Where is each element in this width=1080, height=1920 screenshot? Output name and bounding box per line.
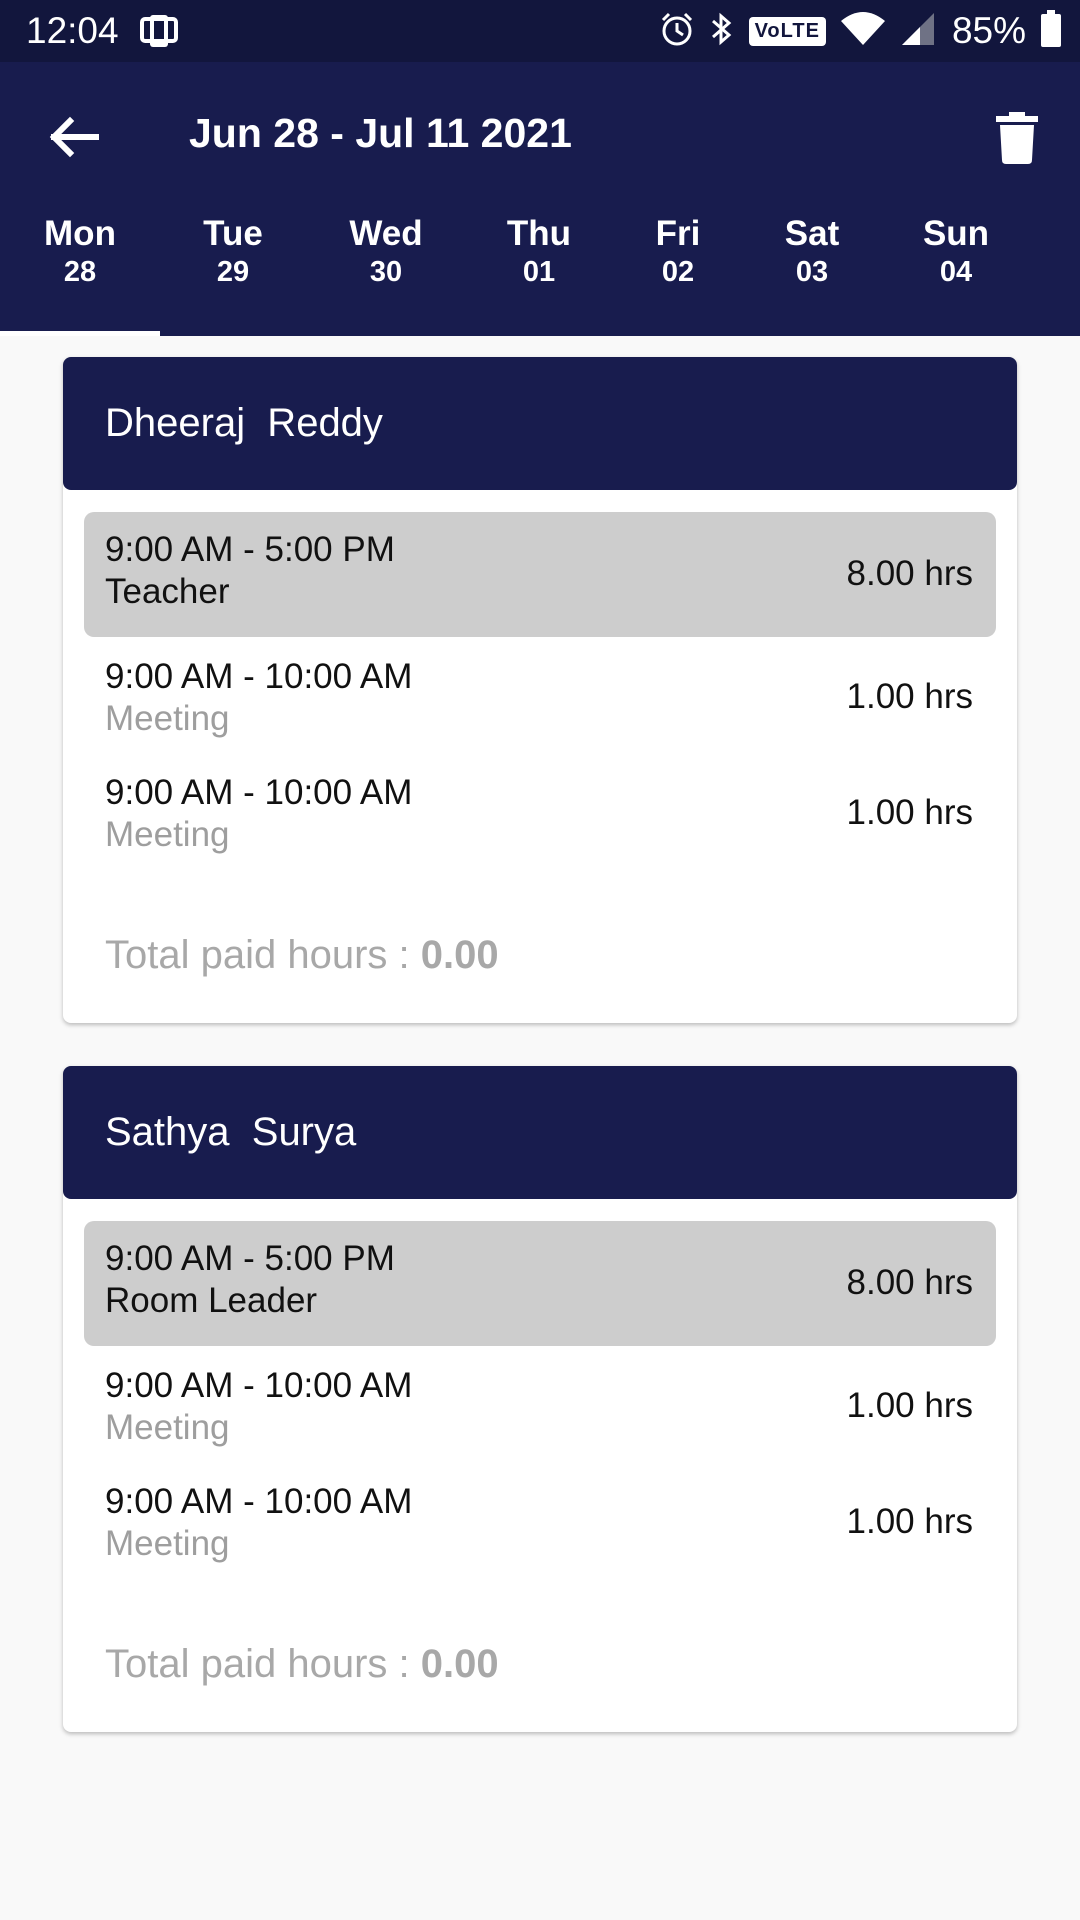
- total-value: 0.00: [420, 933, 499, 977]
- tab-day-sat[interactable]: Sat 03: [732, 208, 892, 336]
- tab-day-name: Mon: [44, 214, 116, 253]
- battery-icon: [1040, 9, 1062, 53]
- back-button[interactable]: [44, 112, 104, 162]
- battery-percent: 85%: [951, 10, 1026, 51]
- selected-tab-indicator: [0, 331, 160, 336]
- tab-day-name: Sun: [922, 214, 990, 253]
- tab-day-tue[interactable]: Tue 29: [153, 208, 313, 336]
- shift-row[interactable]: 9:00 AM - 5:00 PM Teacher 8.00 hrs: [84, 512, 996, 637]
- bluetooth-icon: [709, 11, 735, 52]
- shift-role: Teacher: [105, 572, 230, 611]
- event-time: 9:00 AM - 10:00 AM: [105, 1366, 413, 1405]
- event-type: Meeting: [105, 1524, 230, 1563]
- total-label: Total paid hours :: [105, 933, 421, 977]
- tab-day-number: 30: [369, 256, 403, 288]
- tab-day-number: 01: [522, 256, 556, 288]
- tab-day-number: 29: [216, 256, 250, 288]
- day-tabs: Mon 28 Tue 29 Wed 30 Thu 01 Fri 02 Sat 0…: [0, 208, 1080, 336]
- event-time: 9:00 AM - 10:00 AM: [105, 657, 413, 696]
- tab-day-name: Wed: [349, 214, 423, 253]
- phone-vibrate-icon: [140, 13, 180, 54]
- shift-role: Room Leader: [105, 1281, 318, 1320]
- tab-day-wed[interactable]: Wed 30: [306, 208, 466, 336]
- signal-icon: [900, 11, 938, 52]
- event-row[interactable]: 9:00 AM - 10:00 AM Meeting 1.00 hrs: [84, 1346, 996, 1462]
- app-bar: Jun 28 - Jul 11 2021 Mon 28 Tue 29 Wed 3…: [0, 62, 1080, 336]
- total-paid-hours: Total paid hours : 0.00: [105, 933, 499, 978]
- event-time: 9:00 AM - 10:00 AM: [105, 1482, 413, 1521]
- shift-hours: 8.00 hrs: [846, 554, 973, 593]
- event-type: Meeting: [105, 699, 230, 738]
- total-value: 0.00: [420, 1642, 499, 1686]
- tab-day-number: 28: [63, 256, 97, 288]
- tab-day-number: 03: [795, 256, 829, 288]
- event-type: Meeting: [105, 815, 230, 854]
- tab-day-mon[interactable]: Mon 28: [0, 208, 160, 336]
- employee-card: Dheeraj Reddy 9:00 AM - 5:00 PM Teacher …: [63, 357, 1017, 1023]
- shift-time: 9:00 AM - 5:00 PM: [105, 530, 395, 569]
- tab-day-thu[interactable]: Thu 01: [459, 208, 619, 336]
- tab-day-sun[interactable]: Sun 04: [876, 208, 1036, 336]
- delete-button[interactable]: [996, 112, 1038, 164]
- status-bar: 12:04 VoLTE 85%: [0, 0, 1080, 62]
- shift-row[interactable]: 9:00 AM - 5:00 PM Room Leader 8.00 hrs: [84, 1221, 996, 1346]
- total-paid-hours: Total paid hours : 0.00: [105, 1642, 499, 1687]
- shift-time: 9:00 AM - 5:00 PM: [105, 1239, 395, 1278]
- event-type: Meeting: [105, 1408, 230, 1447]
- employee-name: Dheeraj Reddy: [63, 357, 1017, 490]
- event-hours: 1.00 hrs: [846, 1386, 973, 1425]
- event-row[interactable]: 9:00 AM - 10:00 AM Meeting 1.00 hrs: [84, 637, 996, 753]
- status-icons: VoLTE 85%: [659, 9, 1062, 53]
- event-hours: 1.00 hrs: [846, 677, 973, 716]
- page-title: Jun 28 - Jul 11 2021: [189, 110, 572, 156]
- event-time: 9:00 AM - 10:00 AM: [105, 773, 413, 812]
- event-row[interactable]: 9:00 AM - 10:00 AM Meeting 1.00 hrs: [84, 753, 996, 869]
- employee-name: Sathya Surya: [63, 1066, 1017, 1199]
- volte-icon: VoLTE: [748, 16, 826, 46]
- event-row[interactable]: 9:00 AM - 10:00 AM Meeting 1.00 hrs: [84, 1462, 996, 1578]
- tab-day-name: Tue: [203, 214, 263, 253]
- event-hours: 1.00 hrs: [846, 1502, 973, 1541]
- event-hours: 1.00 hrs: [846, 793, 973, 832]
- tab-day-name: Sat: [784, 214, 840, 253]
- tab-day-number: 04: [939, 256, 973, 288]
- employee-card: Sathya Surya 9:00 AM - 5:00 PM Room Lead…: [63, 1066, 1017, 1732]
- status-time: 12:04: [26, 10, 119, 51]
- alarm-icon: [659, 11, 695, 52]
- tab-day-name: Thu: [506, 214, 572, 253]
- total-label: Total paid hours :: [105, 1642, 421, 1686]
- trash-icon: [996, 112, 1038, 164]
- shift-hours: 8.00 hrs: [846, 1263, 973, 1302]
- wifi-icon: [840, 11, 886, 52]
- arrow-left-icon: [49, 116, 99, 158]
